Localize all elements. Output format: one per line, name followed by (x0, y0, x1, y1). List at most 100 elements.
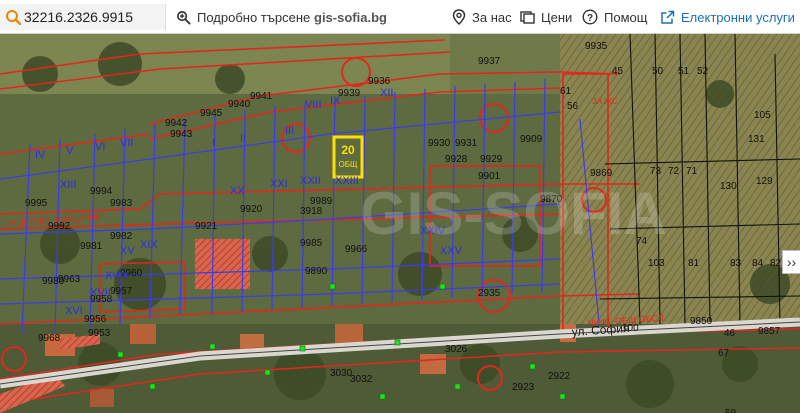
about-label: За нас (472, 9, 512, 25)
roman-numeral-label: XIII (60, 179, 77, 191)
roman-numeral-label: XV (120, 245, 135, 257)
parcel-number-label: 103 (648, 258, 665, 269)
cards-icon (520, 11, 535, 24)
parcel-number-label: 71 (686, 166, 698, 177)
plot-number-label: 9929 (480, 154, 503, 165)
plot-number-label: 9930 (428, 138, 451, 149)
plot-number-label: 9890 (305, 266, 328, 277)
parcel-number-label: 84 (752, 258, 764, 269)
prices-link[interactable]: Цени (520, 0, 572, 34)
chevron-right-icon: ›› (786, 254, 797, 270)
parcel-number-label: 72 (668, 166, 680, 177)
parcel-number-label: 59 (725, 408, 737, 413)
plot-number-label: 9869 (590, 168, 613, 179)
plot-number-label: 9982 (110, 231, 133, 242)
watermark: GIS-SOFIA (360, 180, 667, 247)
roman-numeral-label: XXI (270, 178, 288, 190)
parcel-number-label: 82 (770, 258, 782, 269)
plot-number-label: 3032 (350, 374, 373, 385)
search-input[interactable] (24, 7, 162, 27)
plot-number-label: 9963 (58, 274, 81, 285)
plot-number-label: 9956 (84, 314, 107, 325)
parcel-number-label: 130 (720, 181, 737, 192)
plot-number-label: 9943 (170, 129, 193, 140)
plot-number-label: 9981 (80, 241, 103, 252)
parcel-number-label: 73 (650, 166, 662, 177)
plot-number-label: 9921 (195, 221, 218, 232)
parcel-number-label: 52 (697, 66, 709, 77)
plot-number-label: 9939 (338, 88, 361, 99)
plot-number-label: 9931 (455, 138, 478, 149)
plot-number-label: 9994 (90, 186, 113, 197)
e-services-label: Електронни услуги (681, 9, 795, 25)
svg-text:?: ? (587, 13, 593, 24)
roman-numeral-label: XVI (65, 305, 83, 317)
parcel-number-label: 46 (724, 328, 736, 339)
parcel-number-label: 131 (748, 134, 765, 145)
map-canvas[interactable]: 20 ОБЩ 9937 9935 9936 9939 99419940 9942 9945 9… (0, 34, 800, 413)
expand-panel-button[interactable]: ›› (782, 250, 800, 274)
roman-numeral-label: XII (380, 87, 393, 99)
external-link-icon (661, 10, 675, 24)
roman-numeral-label: XVIII (105, 270, 129, 282)
roman-numeral-label: XXII (300, 175, 321, 187)
plot-number-label: 9928 (445, 154, 468, 165)
plot-number-label: 9937 (478, 56, 501, 67)
roman-numeral-label: VII (120, 137, 133, 149)
plot-number-label: 2935 (478, 288, 501, 299)
plot-number-label: 2922 (548, 371, 571, 382)
top-toolbar: Подробно търсене gis-sofia.bg За нас Цен… (0, 0, 800, 34)
search-icon (6, 10, 21, 25)
parcel-number-label: 83 (730, 258, 742, 269)
about-link[interactable]: За нас (452, 0, 512, 34)
parcel-number-label: 51 (678, 66, 690, 77)
help-icon: ? (582, 9, 598, 25)
parcel-number-label: 45 (612, 66, 624, 77)
parcel-number-label: 129 (756, 176, 773, 187)
roman-numeral-label: VIII (305, 99, 322, 111)
plot-number-label: 9920 (240, 204, 263, 215)
prices-label: Цени (541, 9, 573, 25)
selected-plot-number: 20 (341, 143, 355, 157)
plot-number-label: 9953 (88, 328, 111, 339)
selected-plot-type: ОБЩ (339, 160, 358, 169)
plot-number-label: 9940 (228, 99, 251, 110)
cadastral-map[interactable]: 20 ОБЩ 9937 9935 9936 9939 9941 9940 9942 9945 9… (0, 34, 800, 413)
housing-zone-label: ЗА ЖС (592, 97, 618, 106)
brand-link[interactable]: gis-sofia.bg (314, 0, 387, 34)
plot-number-label: 3026 (445, 344, 468, 355)
parcel-number-label: 105 (754, 110, 771, 121)
plot-number-label: 9941 (250, 91, 273, 102)
brand-label: gis-sofia.bg (314, 9, 387, 25)
parcel-number-label: 61 (560, 86, 572, 97)
roman-numeral-label: XVII (90, 287, 111, 299)
advanced-search-button[interactable]: Подробно търсене (176, 0, 310, 34)
plot-number-label: 9850 (690, 316, 713, 327)
roman-numeral-label: II (240, 133, 246, 145)
roman-numeral-label: IV (35, 149, 46, 161)
zoom-search-icon (177, 10, 191, 25)
help-link[interactable]: ? Помощ (582, 0, 647, 34)
plot-number-label: 9957 (110, 286, 133, 297)
parcel-number-label: 81 (688, 258, 700, 269)
plot-number-label: 2923 (512, 382, 535, 393)
plot-number-label: 3918 (300, 206, 323, 217)
parcel-number-label: 50 (652, 66, 664, 77)
roman-numeral-label: III (285, 125, 294, 137)
plot-number-label: 9857 (758, 326, 781, 337)
map-pin-icon (452, 9, 466, 25)
help-label: Помощ (604, 9, 648, 25)
e-services-link[interactable]: Електронни услуги (660, 0, 795, 34)
roman-numeral-label: IX (330, 95, 341, 107)
plot-number-label: 9909 (520, 134, 543, 145)
parcel-number-label: 67 (718, 348, 730, 359)
roman-numeral-label: XXIII (335, 175, 359, 187)
roman-numeral-label: XX (230, 185, 245, 197)
roman-numeral-label: XIX (140, 239, 158, 251)
plot-number-label: 9936 (368, 76, 391, 87)
plot-number-label: 9995 (25, 198, 48, 209)
search-box[interactable] (0, 4, 166, 30)
plot-number-label: 9968 (38, 333, 61, 344)
plot-number-label: 9945 (200, 108, 223, 119)
plot-number-label: 9985 (300, 238, 323, 249)
